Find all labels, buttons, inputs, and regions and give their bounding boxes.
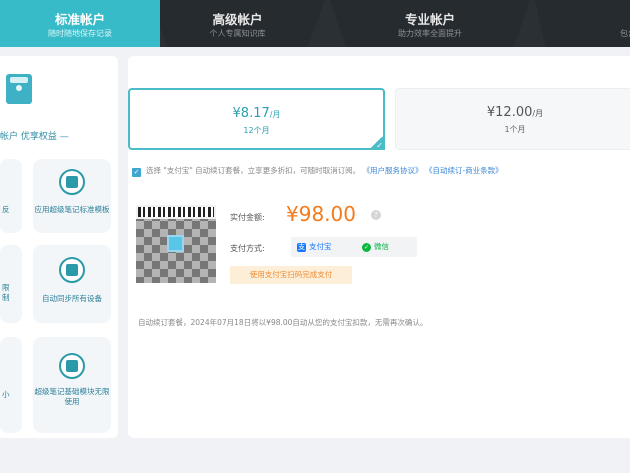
payment-qr-code [136,205,216,283]
tab-super[interactable]: 超级 包含印象笔 [535,0,630,47]
alipay-icon: 支 [297,243,306,252]
tab-title: 高级帐户 [212,12,263,27]
tab-subtitle: 个人专属知识库 [209,29,266,38]
method-label: 支付方式: [230,244,265,253]
payment-method-selector: 支支付宝 ✓ 微信 [291,237,417,257]
plan-tabbar: 超级 包含印象笔 专业帐户 助力效率全面提升 高级帐户 个人专属知识库 标准帐户… [0,0,630,47]
feature-text: 应用超级笔记标准模板 [34,205,110,214]
payment-box: 实付金额: ¥98.00 ? 支付方式: 支支付宝 ✓ 微信 使用支付宝扫码完成支… [136,202,478,286]
feature-card-sync: 自动同步所有设备 [33,245,111,323]
feature-card-partial: 小 [0,337,22,433]
agreement-checkbox[interactable]: ✓ [132,168,141,177]
tab-subtitle: 包含印象笔 [620,29,630,38]
plan-period: 12个月 [243,126,270,135]
feature-card-partial: 反 [0,159,22,233]
help-icon[interactable]: ? [371,210,381,220]
amount-label: 实付金额: [230,213,265,222]
scan-to-pay-tip: 使用支付宝扫码完成支付 [230,266,352,284]
alipay-option[interactable]: 支支付宝 [297,240,332,254]
feature-card-partial: 限 制 [0,245,22,323]
wechat-option[interactable]: ✓ 微信 [362,240,389,254]
tab-title: 超级 [535,0,630,27]
purchase-panel: ¥8.17/月 12个月 ✓ ¥12.00/月 1个月 ✓ 选择 "支付宝" 自动… [128,56,630,438]
tab-premium[interactable]: 高级帐户 个人专属知识库 [150,0,325,47]
feature-text: 自动同步所有设备 [42,294,102,303]
plan-period: 1个月 [504,125,526,134]
benefits-panel: 帐户 优享权益 — 反 应用超级笔记标准模板 限 制 自动同步所有设备 小 超级… [0,56,118,438]
tab-title: 专业帐户 [404,12,455,27]
wechat-icon: ✓ [362,243,371,252]
plan-price: ¥8.17/月 [232,106,281,121]
feature-text-fragment: 小 [2,390,10,399]
tab-title: 标准帐户 [54,12,105,27]
plan-option-1-month[interactable]: ¥12.00/月 1个月 [395,88,630,150]
notebook-icon [6,74,32,104]
plan-price: ¥12.00/月 [486,105,544,120]
benefit-title: 帐户 优享权益 — [0,132,69,142]
template-icon [59,169,85,195]
tab-standard[interactable]: 标准帐户 随时随地保存记录 [0,0,160,47]
tab-subtitle: 随时随地保存记录 [48,29,112,38]
module-icon [59,353,85,379]
feature-text-fragment: 限 制 [2,283,10,302]
payment-amount: ¥98.00 [286,202,356,226]
auto-renew-note: 自动续订套餐，2024年07月18日将以¥98.00自动从您的支付宝扣款，无需再… [138,318,428,327]
tab-professional[interactable]: 专业帐户 助力效率全面提升 [330,0,530,47]
service-agreement-link[interactable]: 《用户服务协议》 [363,166,423,175]
selected-check-icon: ✓ [369,134,385,150]
auto-renew-terms-link[interactable]: 《自动续订-商业条款》 [425,166,503,175]
feature-text: 超级笔记基础模块无限使用 [34,387,110,406]
auto-renew-agreement: ✓ 选择 "支付宝" 自动续订套餐，立享更多折扣，可随时取消订阅。 《用户服务协议… [132,165,503,177]
feature-text-fragment: 反 [2,205,10,214]
feature-card-module: 超级笔记基础模块无限使用 [33,337,111,433]
feature-card-template: 应用超级笔记标准模板 [33,159,111,233]
sync-icon [59,257,85,283]
agreement-text: 选择 "支付宝" 自动续订套餐，立享更多折扣，可随时取消订阅。 [146,166,361,175]
tab-subtitle: 助力效率全面提升 [398,29,462,38]
plan-option-12-months[interactable]: ¥8.17/月 12个月 ✓ [128,88,385,150]
